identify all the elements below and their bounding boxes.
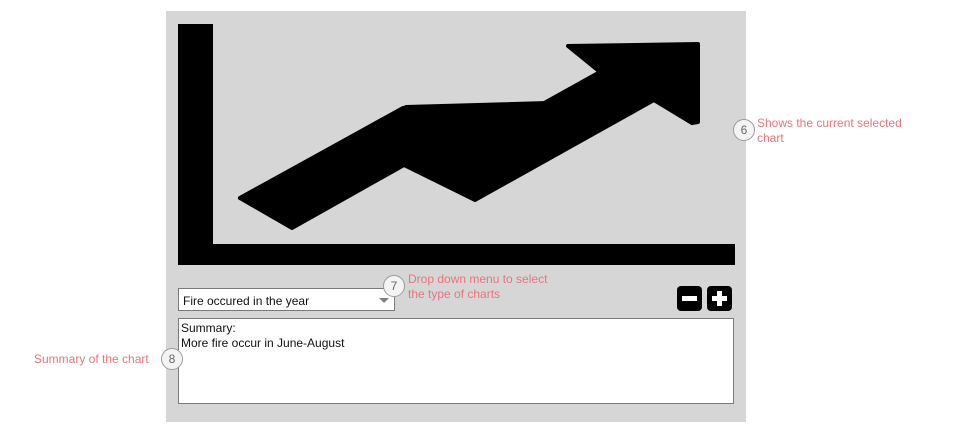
annotation-note-6: Shows the current selected chart [757,116,902,146]
annotation-note-8: Summary of the chart [34,352,149,366]
annotation-note-7-line2: the type of charts [408,287,501,301]
plus-icon [712,291,727,306]
annotation-badge-7: 7 [383,275,405,297]
chevron-down-icon [379,298,389,303]
summary-heading: Summary: [181,321,236,335]
trending-up-chart-icon [178,24,735,265]
annotation-badge-8: 8 [161,348,183,370]
wireframe-page: Fire occured in the year Summary: More f… [0,0,957,431]
zoom-out-button[interactable] [677,286,702,311]
annotation-note-7-line1: Drop down menu to select [408,272,548,286]
annotation-badge-6: 6 [733,119,755,141]
annotation-note-6-line1: Shows the current selected [757,116,902,130]
annotation-note-7: Drop down menu to select the type of cha… [408,272,547,302]
summary-textarea[interactable]: Summary: More fire occur in June-August [178,318,734,404]
summary-text: More fire occur in June-August [181,336,345,350]
minus-icon [682,296,697,301]
chart-type-dropdown[interactable]: Fire occured in the year [178,288,395,311]
annotation-note-6-line2: chart [757,131,784,145]
zoom-in-button[interactable] [707,286,732,311]
dropdown-selected-value: Fire occured in the year [183,294,310,308]
